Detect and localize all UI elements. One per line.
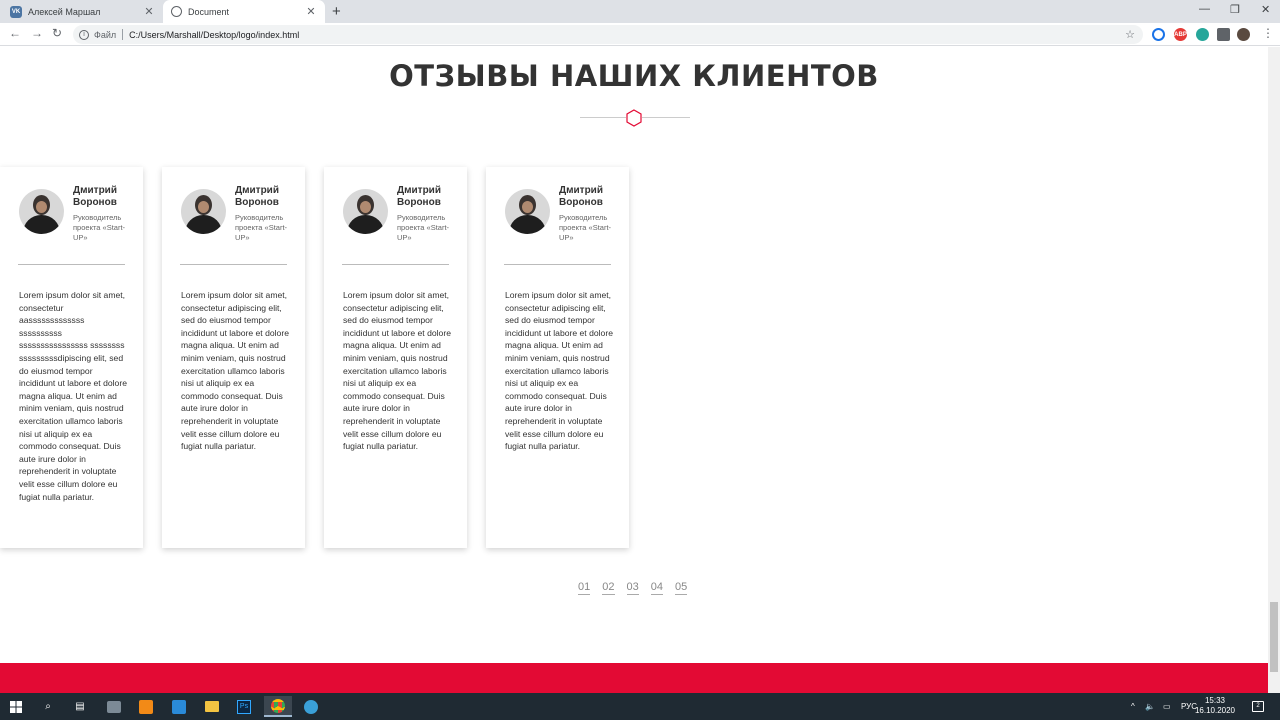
address-toolbar: ← → ↻ i Файл C:/Users/Marshall/Desktop/l… (0, 23, 1280, 46)
page-link-05[interactable]: 05 (675, 581, 688, 595)
page-scrollbar[interactable] (1268, 47, 1280, 693)
review-card: Дмитрий Воронов Руководитель проекта «St… (324, 167, 467, 548)
reload-button[interactable]: ↻ (52, 26, 62, 40)
minimize-button[interactable]: — (1199, 3, 1210, 15)
page-viewport: ОТЗЫВЫ НАШИХ КЛИЕНТОВ Дмитрий Воронов Ру… (0, 47, 1280, 693)
taskbar: ⌕ ▤ Ps ^ 🔈 ▭ РУС 15:33 16.10.2020 2 (0, 693, 1280, 720)
clock[interactable]: 15:33 16.10.2020 (1194, 696, 1236, 716)
review-card: Дмитрий Воронов Руководитель проекта «St… (162, 167, 305, 548)
notifications-icon[interactable]: 2 (1252, 693, 1264, 720)
card-divider (342, 264, 449, 265)
restore-button[interactable]: ❐ (1230, 3, 1240, 16)
notifications-count: 2 (1252, 701, 1264, 712)
drive-icon[interactable] (1152, 28, 1165, 41)
page-link-01[interactable]: 01 (578, 581, 591, 595)
bookmark-star-icon[interactable]: ☆ (1125, 28, 1135, 41)
search-icon[interactable]: ⌕ (37, 696, 59, 717)
volume-icon[interactable]: 🔈 (1145, 693, 1155, 720)
back-button[interactable]: ← (9, 26, 21, 40)
reviewer-name: Дмитрий Воронов (559, 185, 603, 208)
page-link-04[interactable]: 04 (650, 581, 663, 595)
review-card: Дмитрий Воронов Руководитель проекта «St… (0, 167, 143, 548)
card-divider (18, 264, 125, 265)
network-app-icon[interactable] (103, 696, 125, 717)
globe-icon (171, 6, 182, 17)
clock-date: 16.10.2020 (1194, 706, 1236, 715)
card-divider (504, 264, 611, 265)
reviewer-name: Дмитрий Воронов (397, 185, 441, 208)
avatar (19, 189, 64, 234)
page-link-03[interactable]: 03 (626, 581, 639, 595)
chrome-icon[interactable] (264, 696, 292, 717)
scrollbar-thumb[interactable] (1270, 602, 1278, 672)
window-close-button[interactable]: ✕ (1261, 3, 1270, 16)
forward-button[interactable]: → (31, 26, 43, 40)
close-icon[interactable]: ✕ (305, 5, 317, 18)
new-tab-button[interactable]: + (332, 3, 341, 20)
menu-icon[interactable]: ⋮ (1262, 26, 1274, 40)
close-icon[interactable]: ✕ (143, 5, 155, 18)
hexagon-icon (626, 109, 642, 127)
tab-label: Алексей Маршал (28, 6, 101, 17)
pagination: 01 02 03 04 05 (578, 581, 688, 595)
file-explorer-icon[interactable] (201, 696, 223, 717)
footer-band (0, 663, 1268, 693)
tray-overflow-icon[interactable]: ^ (1131, 693, 1135, 720)
tab-label: Document (188, 6, 230, 17)
profile-avatar[interactable] (1237, 28, 1250, 41)
card-divider (180, 264, 287, 265)
reviewer-role: Руководитель проекта «Start-UP» (73, 213, 126, 242)
network-icon[interactable]: ▭ (1163, 693, 1171, 720)
task-view-icon[interactable]: ▤ (69, 696, 91, 717)
review-card: Дмитрий Воронов Руководитель проекта «St… (486, 167, 629, 548)
page-link-02[interactable]: 02 (602, 581, 615, 595)
divider (122, 29, 124, 40)
vk-icon: VK (10, 5, 22, 18)
scheme-label: Файл (94, 29, 117, 40)
vscode-icon[interactable] (168, 696, 190, 717)
tool-icon[interactable] (1196, 28, 1209, 41)
avatar (505, 189, 550, 234)
review-text: Lorem ipsum dolor sit amet, consectetur … (343, 290, 451, 452)
reviewer-role: Руководитель проекта «Start-UP» (235, 213, 288, 242)
photoshop-icon[interactable]: Ps (233, 696, 255, 717)
review-text: Lorem ipsum dolor sit amet, consectetur … (19, 290, 127, 502)
avatar (181, 189, 226, 234)
adblock-icon[interactable]: ABP (1174, 28, 1187, 41)
clock-time: 15:33 (1204, 696, 1226, 705)
reviewer-role: Руководитель проекта «Start-UP» (559, 213, 612, 242)
address-bar[interactable]: i Файл C:/Users/Marshall/Desktop/logo/in… (73, 25, 1143, 44)
browser-tab-strip: VK Алексей Маршал ✕ Document ✕ + — ❐ ✕ (0, 0, 1280, 23)
sublime-text-icon[interactable] (135, 696, 157, 717)
reviewer-name: Дмитрий Воронов (73, 185, 117, 208)
reviewer-role: Руководитель проекта «Start-UP» (397, 213, 450, 242)
tab-document[interactable]: Document ✕ (163, 0, 325, 23)
windows-start-icon[interactable] (5, 696, 27, 717)
url-text[interactable]: C:/Users/Marshall/Desktop/logo/index.htm… (129, 30, 299, 40)
reviewer-name: Дмитрий Воронов (235, 185, 279, 208)
puzzle-icon[interactable] (1217, 28, 1230, 41)
info-icon[interactable]: i (79, 29, 89, 40)
telegram-icon[interactable] (300, 696, 322, 717)
avatar (343, 189, 388, 234)
review-text: Lorem ipsum dolor sit amet, consectetur … (181, 290, 289, 452)
tab-vk[interactable]: VK Алексей Маршал ✕ (2, 0, 163, 23)
review-text: Lorem ipsum dolor sit amet, consectetur … (505, 290, 613, 452)
section-title: ОТЗЫВЫ НАШИХ КЛИЕНТОВ (389, 59, 879, 93)
